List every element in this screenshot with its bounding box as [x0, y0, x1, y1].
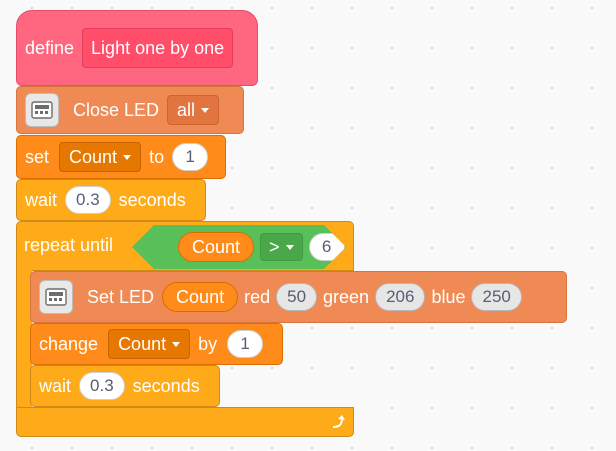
count-reporter[interactable]: Count [162, 282, 239, 312]
chevron-down-icon [286, 245, 294, 250]
procedure-name: Light one by one [91, 37, 225, 58]
robot-board-icon [39, 280, 73, 314]
led-select-value: all [177, 99, 196, 120]
wait-block[interactable]: wait 0.3 seconds [16, 179, 206, 221]
variable-dropdown[interactable]: Count [108, 329, 191, 359]
change-value-input[interactable]: 1 [227, 330, 264, 358]
by-label: by [198, 333, 218, 354]
chevron-down-icon [172, 341, 181, 347]
greater-than-operator[interactable]: Count > 6 [132, 225, 346, 269]
blue-value-input[interactable]: 250 [471, 283, 522, 311]
define-label: define [25, 37, 75, 58]
chevron-down-icon [123, 154, 132, 160]
variable-name: Count [118, 333, 167, 354]
close-led-block[interactable]: Close LED all [16, 86, 244, 134]
variable-name: Count [69, 146, 118, 167]
loop-arrow-icon [330, 414, 346, 435]
set-led-label: Set LED [87, 286, 155, 307]
red-value-input[interactable]: 50 [276, 283, 318, 311]
red-label: red [244, 286, 271, 307]
seconds-label: seconds [118, 189, 186, 210]
green-value-input[interactable]: 206 [375, 283, 426, 311]
change-label: change [39, 333, 99, 354]
wait-label: wait [25, 189, 58, 210]
count-reporter[interactable]: Count [178, 232, 254, 262]
set-value-input[interactable]: 1 [172, 143, 209, 171]
change-variable-block[interactable]: change Count by 1 [30, 323, 283, 365]
set-led-block[interactable]: Set LED Count red 50 green 206 blue 250 [30, 271, 567, 323]
set-label: set [25, 146, 50, 167]
robot-board-icon [25, 93, 59, 127]
operator-symbol: > [269, 236, 280, 257]
close-led-label: Close LED [73, 99, 160, 120]
green-label: green [323, 286, 370, 307]
chevron-down-icon [201, 107, 210, 113]
seconds-label: seconds [132, 375, 200, 396]
to-label: to [149, 146, 165, 167]
set-variable-block[interactable]: set Count to 1 [16, 135, 226, 179]
define-block[interactable]: define Light one by one [16, 10, 258, 86]
wait-seconds-input[interactable]: 0.3 [65, 186, 111, 214]
variable-dropdown[interactable]: Count [59, 142, 142, 172]
repeat-until-label: repeat until [24, 235, 114, 255]
procedure-prototype[interactable]: Light one by one [82, 28, 234, 68]
blue-label: blue [431, 286, 466, 307]
operator-dropdown[interactable]: > [260, 233, 303, 261]
wait-seconds-input[interactable]: 0.3 [79, 372, 125, 400]
wait-label: wait [39, 375, 72, 396]
led-select-dropdown[interactable]: all [167, 95, 220, 125]
wait-block[interactable]: wait 0.3 seconds [30, 365, 220, 407]
